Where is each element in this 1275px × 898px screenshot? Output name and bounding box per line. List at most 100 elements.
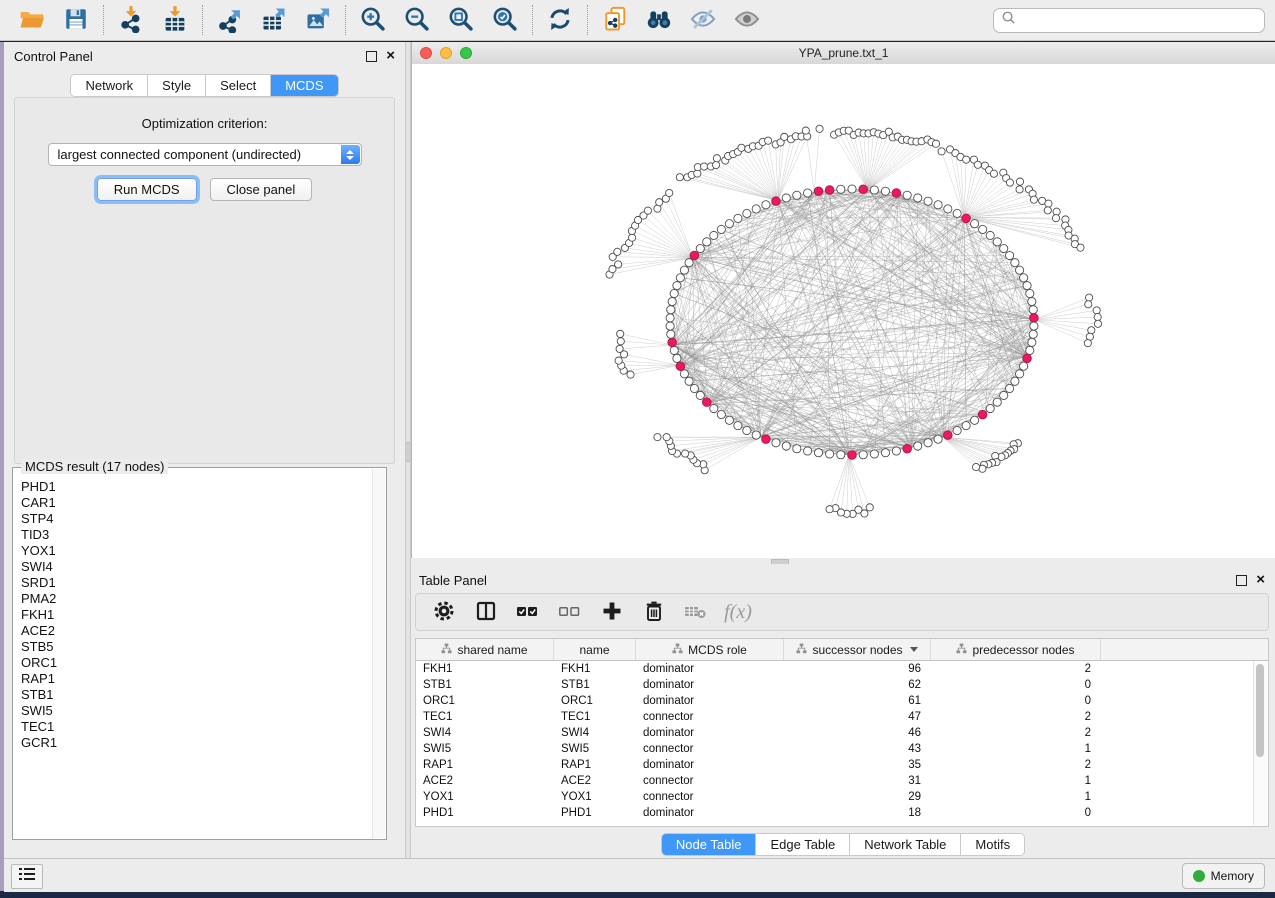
network-node[interactable] [802, 127, 809, 134]
network-node[interactable] [782, 442, 790, 450]
network-node[interactable] [1030, 196, 1037, 203]
show-all-button[interactable] [725, 3, 769, 37]
dominator-node[interactable] [668, 338, 677, 347]
network-node[interactable] [690, 384, 698, 392]
column-header-shared-name[interactable]: shared name [416, 639, 554, 660]
table-row[interactable]: FKH1FKH1dominator962 [416, 661, 1268, 677]
mcds-result-item[interactable]: STP4 [21, 511, 372, 527]
network-node[interactable] [837, 451, 845, 459]
table-row[interactable]: STB1STB1dominator620 [416, 677, 1268, 693]
network-node[interactable] [685, 377, 693, 385]
mcds-result-item[interactable]: SRD1 [21, 575, 372, 591]
dominator-node[interactable] [859, 185, 868, 194]
minimize-window-icon[interactable] [440, 47, 452, 59]
tab-network-table[interactable]: Network Table [850, 834, 961, 855]
network-node[interactable] [656, 199, 663, 206]
network-node[interactable] [866, 504, 873, 511]
network-node[interactable] [974, 161, 981, 168]
dominator-node[interactable] [814, 187, 823, 196]
network-node[interactable] [932, 140, 939, 147]
network-node[interactable] [628, 234, 635, 241]
add-column-button[interactable] [594, 597, 630, 627]
tab-node-table[interactable]: Node Table [662, 834, 757, 855]
mcds-result-item[interactable]: ORC1 [21, 655, 372, 671]
column-header-predecessor-nodes[interactable]: predecessor nodes [931, 639, 1101, 660]
refresh-layout-button[interactable] [538, 3, 582, 37]
network-node[interactable] [666, 322, 674, 330]
network-node[interactable] [617, 338, 624, 345]
network-node[interactable] [676, 174, 683, 181]
network-node[interactable] [765, 137, 772, 144]
network-node[interactable] [1029, 306, 1037, 314]
network-node[interactable] [990, 170, 997, 177]
network-node[interactable] [710, 231, 718, 239]
zoom-selected-button[interactable] [483, 3, 527, 37]
network-node[interactable] [793, 445, 801, 453]
search-box[interactable] [993, 8, 1265, 33]
network-node[interactable] [1016, 186, 1023, 193]
memory-button[interactable]: Memory [1182, 863, 1265, 889]
close-panel-button[interactable]: Close panel [210, 178, 313, 201]
network-node[interactable] [1085, 301, 1092, 308]
network-node[interactable] [670, 346, 678, 354]
mcds-result-item[interactable]: SWI4 [21, 559, 372, 575]
dominator-node[interactable] [903, 444, 912, 453]
network-node[interactable] [1006, 179, 1013, 186]
network-node[interactable] [627, 371, 634, 378]
network-node[interactable] [1016, 266, 1024, 274]
network-node[interactable] [752, 431, 760, 439]
network-node[interactable] [673, 354, 681, 362]
table-row[interactable]: PHD1PHD1dominator180 [416, 805, 1268, 821]
network-node[interactable] [673, 282, 681, 290]
dominator-node[interactable] [702, 398, 711, 407]
network-node[interactable] [1011, 259, 1019, 267]
network-node[interactable] [710, 404, 718, 412]
import-network-button[interactable] [109, 3, 153, 37]
network-node[interactable] [670, 289, 678, 297]
network-node[interactable] [615, 261, 622, 268]
search-network-button[interactable] [637, 3, 681, 37]
tab-select[interactable]: Select [206, 75, 271, 96]
column-header-successor-nodes[interactable]: successor nodes [784, 639, 931, 660]
run-mcds-button[interactable]: Run MCDS [97, 178, 197, 201]
tab-edge-table[interactable]: Edge Table [756, 834, 850, 855]
network-node[interactable] [663, 434, 670, 441]
network-node[interactable] [1026, 346, 1034, 354]
table-row[interactable]: RAP1RAP1dominator352 [416, 757, 1268, 773]
network-node[interactable] [793, 191, 801, 199]
dominator-node[interactable] [762, 435, 771, 444]
mcds-list-scrollbar[interactable] [372, 469, 385, 838]
dominator-node[interactable] [772, 197, 781, 206]
mcds-result-item[interactable]: TEC1 [21, 719, 372, 735]
float-panel-icon[interactable] [1236, 575, 1247, 586]
network-node[interactable] [1094, 313, 1101, 320]
network-node[interactable] [1000, 391, 1008, 399]
tab-style[interactable]: Style [148, 75, 206, 96]
zoom-out-button[interactable] [395, 3, 439, 37]
mcds-result-item[interactable]: SWI5 [21, 703, 372, 719]
tab-motifs[interactable]: Motifs [961, 834, 1024, 855]
network-node[interactable] [713, 155, 720, 162]
open-file-button[interactable] [10, 3, 54, 37]
network-node[interactable] [781, 133, 788, 140]
table-settings-button[interactable] [426, 597, 462, 627]
close-window-icon[interactable] [420, 47, 432, 59]
column-header-mcds-role[interactable]: MCDS role [636, 639, 784, 660]
network-node[interactable] [914, 442, 922, 450]
network-node[interactable] [1030, 322, 1038, 330]
table-row[interactable]: SWI4SWI4dominator462 [416, 725, 1268, 741]
network-node[interactable] [848, 185, 856, 193]
tab-mcds[interactable]: MCDS [271, 75, 337, 96]
network-node[interactable] [712, 161, 719, 168]
float-panel-icon[interactable] [366, 51, 377, 62]
network-node[interactable] [837, 185, 845, 193]
network-node[interactable] [725, 220, 733, 228]
function-builder-button[interactable]: f(x) [720, 597, 756, 627]
zoom-fit-button[interactable] [439, 3, 483, 37]
network-node[interactable] [1028, 338, 1036, 346]
dominator-node[interactable] [944, 431, 953, 440]
network-node[interactable] [1088, 327, 1095, 334]
network-node[interactable] [804, 447, 812, 455]
network-node[interactable] [614, 248, 621, 255]
network-node[interactable] [703, 238, 711, 246]
